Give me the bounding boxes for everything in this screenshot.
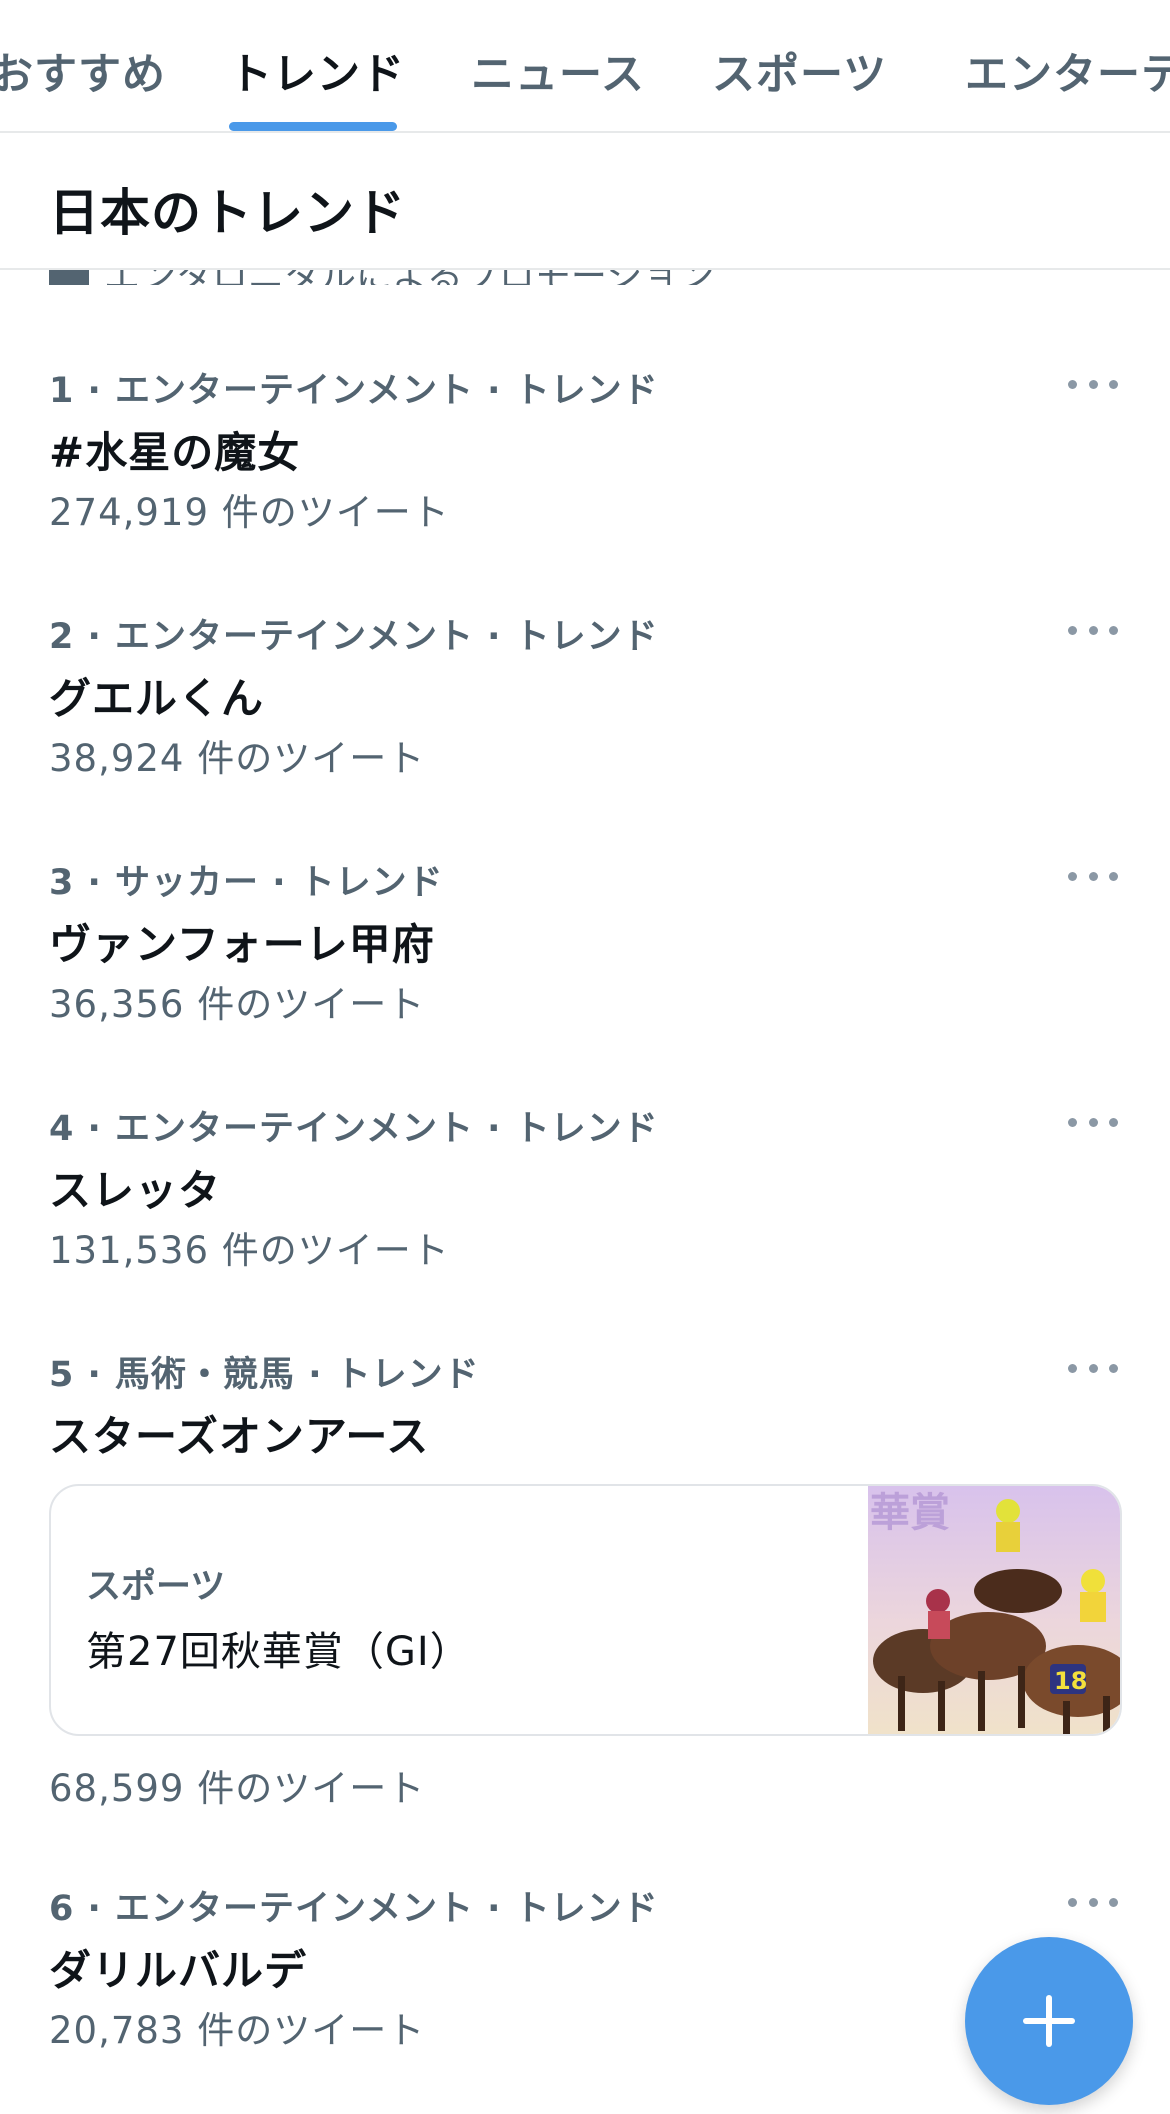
image-watermark-text: 華賞 (870, 1489, 950, 1536)
trend-name: スレッタ (49, 1166, 222, 1215)
trend-tweet-count: 36,356 件のツイート (49, 983, 426, 1026)
trend-meta: 5 · 馬術・競馬 · トレンド (49, 1355, 480, 1395)
card-title: 第27回秋華賞（GI） (86, 1629, 471, 1675)
trend-meta: 4 · エンターテインメント · トレンド (49, 1109, 659, 1149)
compose-button[interactable] (965, 1937, 1133, 2105)
trend-tweet-count: 274,919 件のツイート (49, 491, 450, 534)
trend-meta: 6 · エンターテインメント · トレンド (49, 1889, 659, 1929)
tab-sports[interactable]: スポーツ (712, 40, 887, 102)
saddle-number: 18 (1054, 1667, 1087, 1695)
trend-item[interactable]: 3 · サッカー · トレンド ヴァンフォーレ甲府 36,356 件のツイート (0, 854, 1170, 1034)
active-tab-indicator (229, 122, 397, 131)
trend-tweet-count: 38,924 件のツイート (49, 737, 426, 780)
trend-name: スターズオンアース (49, 1412, 430, 1461)
trend-item[interactable]: 2 · エンターテインメント · トレンド グエルくん 38,924 件のツイー… (0, 608, 1170, 788)
trend-item[interactable]: 1 · エンターテインメント · トレンド #水星の魔女 274,919 件のツ… (0, 362, 1170, 542)
more-icon[interactable] (1068, 1356, 1118, 1380)
tab-recommended[interactable]: おすすめ (0, 40, 166, 102)
page-title: 日本のトレンド (49, 184, 406, 242)
trend-tweet-count: 20,783 件のツイート (49, 2009, 426, 2052)
tab-news[interactable]: ニュース (471, 40, 645, 102)
trend-meta: 1 · エンターテインメント · トレンド (49, 371, 659, 411)
trend-meta: 3 · サッカー · トレンド (49, 863, 444, 903)
tab-entertainment[interactable]: エンターテ (965, 40, 1170, 102)
trend-meta: 2 · エンターテインメント · トレンド (49, 617, 659, 657)
plus-icon (1023, 1995, 1075, 2047)
tab-bar: おすすめ トレンド ニュース スポーツ エンターテ (0, 0, 1170, 133)
more-icon[interactable] (1068, 1110, 1118, 1134)
tab-trending[interactable]: トレンド (229, 40, 405, 102)
more-icon[interactable] (1068, 372, 1118, 396)
trend-name: グエルくん (49, 674, 265, 723)
card-category: スポーツ (86, 1567, 226, 1607)
horse-race-image: 華賞 18 (868, 1486, 1120, 1734)
section-header: 日本のトレンド (0, 133, 1170, 270)
trend-name: ヴァンフォーレ甲府 (49, 920, 435, 969)
more-icon[interactable] (1068, 618, 1118, 642)
more-icon[interactable] (1068, 1890, 1118, 1914)
trend-tweet-count: 68,599 件のツイート (49, 1767, 426, 1810)
trend-name: ダリルバルデ (49, 1946, 308, 1995)
trend-tweet-count: 131,536 件のツイート (49, 1229, 450, 1272)
trend-item[interactable]: 4 · エンターテインメント · トレンド スレッタ 131,536 件のツイー… (0, 1100, 1170, 1280)
news-card[interactable]: スポーツ 第27回秋華賞（GI） 華賞 18 (49, 1484, 1122, 1736)
trend-name: #水星の魔女 (49, 428, 301, 477)
more-icon[interactable] (1068, 864, 1118, 888)
